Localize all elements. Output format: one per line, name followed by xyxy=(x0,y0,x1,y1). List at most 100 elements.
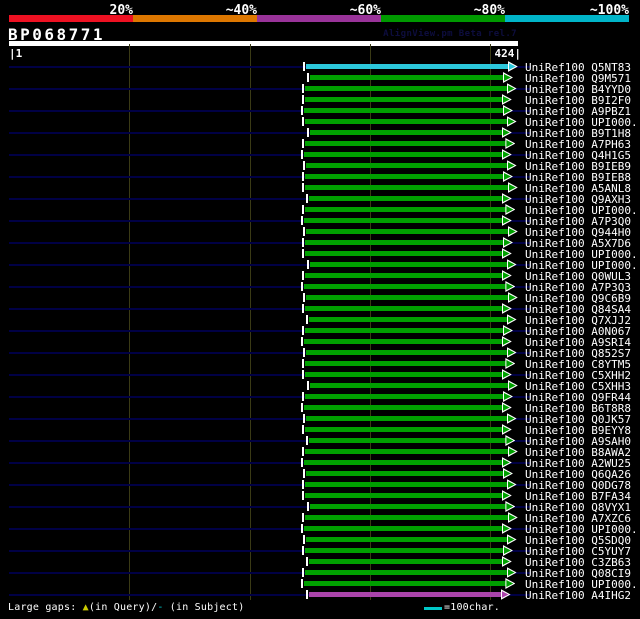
hit-bar xyxy=(305,482,509,487)
hit-arrow-fill xyxy=(507,316,515,323)
hit-arrow-fill xyxy=(503,470,511,477)
query-gap-text: (in Query)/ xyxy=(88,602,158,613)
hit-label: UniRef100_B7FA34 xyxy=(525,490,631,502)
hit-arrow-icon xyxy=(501,490,512,501)
hit-bar xyxy=(305,97,504,102)
hit-bar xyxy=(305,174,505,179)
hit-label: UniRef100_Q08CI9 xyxy=(525,567,631,579)
hit-arrow-fill xyxy=(507,118,515,125)
hit-label: UniRef100_UPI000.. xyxy=(525,248,640,260)
hit-bar xyxy=(303,526,504,531)
hit-label: UniRef100_B9T1H8 xyxy=(525,127,631,139)
hit-bar xyxy=(303,460,504,465)
row-start-tick xyxy=(305,194,308,203)
hit-arrow-icon xyxy=(506,347,517,358)
hit-arrow-fill xyxy=(506,140,514,147)
hit-bar xyxy=(305,361,508,366)
row-start-tick xyxy=(302,183,304,192)
hit-bar xyxy=(305,119,509,124)
hit-arrow-icon xyxy=(507,182,518,193)
hit-bar xyxy=(305,185,510,190)
row-start-tick xyxy=(306,73,309,82)
hit-bar xyxy=(306,229,510,234)
hit-bar xyxy=(305,515,510,520)
hit-label: UniRef100_A4IHG2 xyxy=(525,589,631,601)
scale-segment xyxy=(257,15,381,22)
row-start-tick xyxy=(300,282,303,291)
hit-bar xyxy=(309,262,509,267)
row-start-tick xyxy=(305,315,308,324)
hit-arrow-icon xyxy=(501,424,512,435)
hit-arrow-fill xyxy=(508,448,516,455)
hit-label: UniRef100_A5ANL8 xyxy=(525,182,631,194)
hit-arrow-fill xyxy=(502,96,510,103)
hit-arrow-icon xyxy=(501,270,512,281)
row-start-tick xyxy=(300,458,303,467)
hit-bar xyxy=(306,416,509,421)
hit-label: UniRef100_UPI000.. xyxy=(525,578,640,590)
hit-label: UniRef100_Q0JK57 xyxy=(525,413,631,425)
row-start-tick xyxy=(302,326,304,335)
scale-segment xyxy=(133,15,257,22)
hit-arrow-fill xyxy=(502,151,510,158)
hit-arrow-icon xyxy=(502,468,513,479)
hit-arrow-fill xyxy=(508,294,516,301)
hit-arrow-fill xyxy=(502,338,510,345)
hit-label: UniRef100_A7P3Q0 xyxy=(525,215,631,227)
hit-arrow-icon xyxy=(501,556,512,567)
row-start-tick xyxy=(302,370,304,379)
hit-label: UniRef100_B9I2F0 xyxy=(525,94,631,106)
hit-arrow-fill xyxy=(503,393,511,400)
row-start-tick xyxy=(302,117,304,126)
hit-label: UniRef100_C5YUY7 xyxy=(525,545,631,557)
hit-arrow-icon xyxy=(501,215,512,226)
row-start-tick xyxy=(303,293,306,302)
hit-label: UniRef100_A0N067 xyxy=(525,325,631,337)
row-start-tick xyxy=(300,106,303,115)
hit-bar xyxy=(306,295,510,300)
hit-label: UniRef100_B9IEB8 xyxy=(525,171,631,183)
row-start-tick xyxy=(303,161,306,170)
ruler-end-label: 424| xyxy=(494,47,522,60)
hit-arrow-fill xyxy=(507,569,515,576)
hit-arrow-icon xyxy=(505,358,516,369)
hit-bar xyxy=(305,570,509,575)
hit-label: UniRef100_Q8VYX1 xyxy=(525,501,631,513)
hit-label: UniRef100_C5XHH3 xyxy=(525,380,631,392)
hit-bar xyxy=(308,438,508,443)
row-start-tick xyxy=(305,436,308,445)
hit-bar xyxy=(308,559,504,564)
hit-label: UniRef100_A7PH63 xyxy=(525,138,631,150)
hit-arrow-fill xyxy=(502,305,510,312)
hit-arrow-icon xyxy=(507,380,518,391)
row-start-tick xyxy=(306,260,309,269)
hit-bar xyxy=(309,504,508,509)
row-start-tick xyxy=(302,546,304,555)
hit-arrow-icon xyxy=(507,61,518,72)
hit-bar xyxy=(305,86,509,91)
hit-label: UniRef100_B9IEB9 xyxy=(525,160,631,172)
hit-arrow-fill xyxy=(502,426,510,433)
hit-bar xyxy=(303,108,505,113)
hit-bar xyxy=(305,394,505,399)
scale-segment xyxy=(9,15,133,22)
hit-label: UniRef100_B6T8R8 xyxy=(525,402,631,414)
hit-bar xyxy=(303,405,504,410)
hit-arrow-icon xyxy=(505,501,516,512)
hit-arrow-fill xyxy=(503,327,511,334)
hit-arrow-icon xyxy=(506,314,517,325)
row-start-tick xyxy=(306,381,309,390)
row-start-tick xyxy=(300,579,303,588)
hit-label: UniRef100_Q7XJJ2 xyxy=(525,314,631,326)
hit-arrow-fill xyxy=(507,85,515,92)
row-start-tick xyxy=(302,95,304,104)
hit-label: UniRef100_A2WU25 xyxy=(525,457,631,469)
row-start-tick xyxy=(305,590,308,599)
row-start-tick xyxy=(306,128,309,137)
hit-bar xyxy=(305,328,505,333)
hit-arrow-fill xyxy=(503,173,511,180)
row-start-tick xyxy=(302,84,304,93)
hit-bar xyxy=(305,273,504,278)
hit-label: UniRef100_Q0WUL3 xyxy=(525,270,631,282)
hit-bar xyxy=(306,64,510,69)
